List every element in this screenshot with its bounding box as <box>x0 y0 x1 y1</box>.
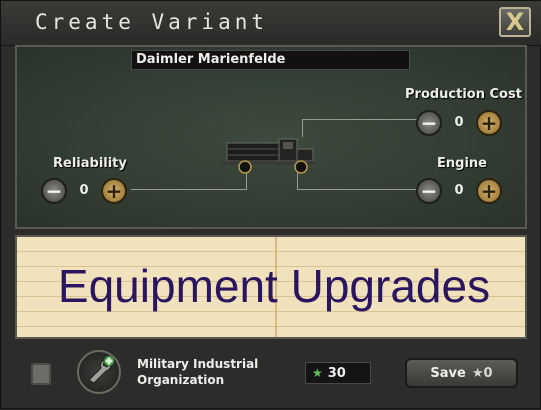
organization-name-line2: Organization <box>137 373 225 387</box>
window-title: Create Variant <box>35 10 269 34</box>
engine-increase-button[interactable]: + <box>476 178 502 204</box>
title-bar: Create Variant X <box>1 1 541 46</box>
save-cost-value: 0 <box>483 365 493 381</box>
variant-name-input[interactable]: Daimler Marienfelde <box>131 50 410 70</box>
reliability-label: Reliability <box>53 156 127 171</box>
production-cost-label: Production Cost <box>405 87 522 102</box>
save-label: Save <box>430 365 466 381</box>
save-cost: ★0 <box>472 366 493 381</box>
production-cost-decrease-button[interactable]: − <box>416 110 442 136</box>
organization-name: Military Industrial Organization <box>137 356 258 388</box>
connector-line <box>131 189 247 190</box>
star-icon: ★ <box>312 366 323 380</box>
equipment-upgrades-title: Equipment Upgrades <box>57 260 491 312</box>
reliability-value: 0 <box>79 183 89 198</box>
experience-value: 30 <box>327 366 346 381</box>
connector-line <box>302 119 418 120</box>
engine-decrease-button[interactable]: − <box>416 178 442 204</box>
engine-label: Engine <box>437 156 487 171</box>
production-cost-value: 0 <box>454 115 464 130</box>
document-icon[interactable] <box>31 363 51 385</box>
truck-icon <box>223 138 315 174</box>
production-cost-increase-button[interactable]: + <box>476 110 502 136</box>
engine-value: 0 <box>454 183 464 198</box>
reliability-stepper: − 0 + <box>41 178 127 204</box>
reliability-decrease-button[interactable]: − <box>41 178 67 204</box>
wrench-icon <box>88 356 114 384</box>
close-icon: X <box>505 8 525 36</box>
organization-icon[interactable] <box>77 350 121 394</box>
close-button[interactable]: X <box>499 7 531 37</box>
organization-name-line1: Military Industrial <box>137 357 259 371</box>
reliability-increase-button[interactable]: + <box>101 178 127 204</box>
production-cost-stepper: − 0 + <box>416 110 502 136</box>
connector-line <box>297 189 418 190</box>
equipment-upgrades-panel: Equipment Upgrades <box>15 235 527 339</box>
engine-stepper: − 0 + <box>416 178 502 204</box>
star-icon: ★ <box>471 365 484 381</box>
save-button[interactable]: Save ★0 <box>405 358 518 388</box>
experience-display: ★ 30 <box>305 362 371 384</box>
create-variant-window: Create Variant X Daimler Marienfelde Pro… <box>0 0 541 409</box>
